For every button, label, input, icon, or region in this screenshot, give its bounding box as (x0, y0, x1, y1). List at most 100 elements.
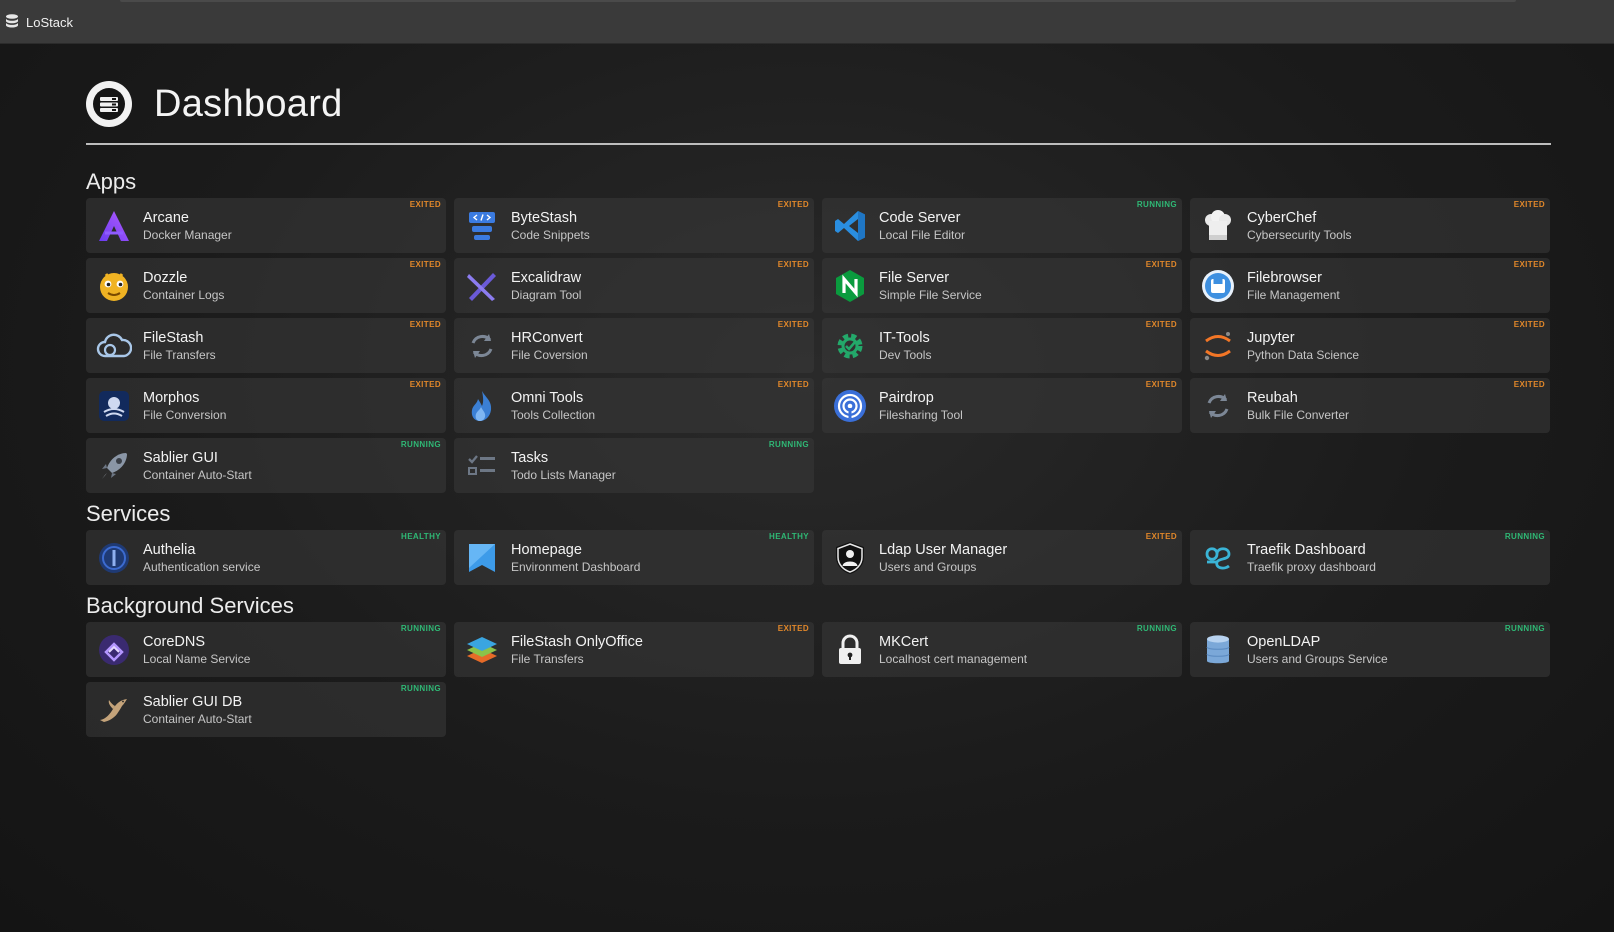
database-icon (4, 13, 20, 32)
brand[interactable]: LoStack (4, 12, 73, 32)
app-card-filebrowser[interactable]: Filebrowser File Management EXITED (1190, 258, 1550, 313)
status-badge: RUNNING (400, 440, 441, 449)
app-card-excalidraw[interactable]: Excalidraw Diagram Tool EXITED (454, 258, 814, 313)
nginx-icon (832, 268, 868, 304)
app-card-it-tools[interactable]: IT-Tools Dev Tools EXITED (822, 318, 1182, 373)
status-badge: EXITED (1145, 320, 1177, 329)
card-text: Jupyter Python Data Science (1247, 330, 1359, 362)
app-card-jupyter[interactable]: Jupyter Python Data Science EXITED (1190, 318, 1550, 373)
status-badge: EXITED (1145, 532, 1177, 541)
status-badge: EXITED (1145, 380, 1177, 389)
card-text: Reubah Bulk File Converter (1247, 390, 1349, 422)
jupyter-icon (1200, 328, 1236, 364)
app-description: Docker Manager (143, 227, 232, 242)
app-card-bytestash[interactable]: ByteStash Code Snippets EXITED (454, 198, 814, 253)
app-card-sablier-gui-db[interactable]: Sablier GUI DB Container Auto-Start RUNNIN… (86, 682, 446, 737)
app-card-openldap[interactable]: OpenLDAP Users and Groups Service RUNNING (1190, 622, 1550, 677)
lock-icon (832, 632, 868, 668)
app-card-homepage[interactable]: Homepage Environment Dashboard HEALTHY (454, 530, 814, 585)
card-text: Sablier GUI DB Container Auto-Start (143, 694, 252, 726)
dozzle-icon (96, 268, 132, 304)
app-card-filestash[interactable]: FileStash File Transfers EXITED (86, 318, 446, 373)
app-card-mkcert[interactable]: MKCert Localhost cert management RUNNING (822, 622, 1182, 677)
bytestash-icon (464, 208, 500, 244)
status-badge: EXITED (777, 200, 809, 209)
app-card-reubah[interactable]: Reubah Bulk File Converter EXITED (1190, 378, 1550, 433)
card-text: Omni Tools Tools Collection (511, 390, 595, 422)
pairdrop-icon (832, 388, 868, 424)
traefik-icon (1200, 540, 1236, 576)
layers-icon (464, 632, 500, 668)
app-name: Filebrowser (1247, 269, 1322, 286)
app-card-cyberchef[interactable]: CyberChef Cybersecurity Tools EXITED (1190, 198, 1550, 253)
status-badge: EXITED (1513, 260, 1545, 269)
app-name: OpenLDAP (1247, 633, 1321, 650)
app-card-authelia[interactable]: Authelia Authentication service HEALTHY (86, 530, 446, 585)
app-name: Code Server (879, 209, 961, 226)
app-description: Environment Dashboard (511, 559, 641, 574)
status-badge: EXITED (409, 380, 441, 389)
status-badge: EXITED (409, 260, 441, 269)
vscode-icon (832, 208, 868, 244)
app-card-tasks[interactable]: Tasks Todo Lists Manager RUNNING (454, 438, 814, 493)
app-card-omni-tools[interactable]: Omni Tools Tools Collection EXITED (454, 378, 814, 433)
status-badge: RUNNING (768, 440, 809, 449)
status-badge: EXITED (777, 260, 809, 269)
app-description: Filesharing Tool (879, 407, 963, 422)
app-card-file-server[interactable]: File Server Simple File Service EXITED (822, 258, 1182, 313)
status-badge: RUNNING (1504, 624, 1545, 633)
morphos-icon (96, 388, 132, 424)
app-card-code-server[interactable]: Code Server Local File Editor RUNNING (822, 198, 1182, 253)
app-description: Simple File Service (879, 287, 982, 302)
tasks-icon (464, 448, 500, 484)
app-description: Container Auto-Start (143, 467, 252, 482)
coredns-icon (96, 632, 132, 668)
app-description: Cybersecurity Tools (1247, 227, 1352, 242)
flame-icon (464, 388, 500, 424)
section-title-services: Services (86, 501, 171, 526)
background-services-grid: CoreDNS Local Name Service RUNNING FileStas… (86, 622, 1551, 737)
apps-grid: Arcane Docker Manager EXITED ByteStash Code … (86, 198, 1551, 493)
card-text: Code Server Local File Editor (879, 210, 965, 242)
app-card-coredns[interactable]: CoreDNS Local Name Service RUNNING (86, 622, 446, 677)
status-badge: EXITED (409, 320, 441, 329)
card-text: FileStash File Transfers (143, 330, 216, 362)
card-text: Sablier GUI Container Auto-Start (143, 450, 252, 482)
authelia-icon (96, 540, 132, 576)
app-name: Tasks (511, 449, 549, 466)
app-name: Homepage (511, 541, 582, 558)
app-name: IT-Tools (879, 329, 930, 346)
app-card-dozzle[interactable]: Dozzle Container Logs EXITED (86, 258, 446, 313)
app-card-hrconvert[interactable]: HRConvert File Coversion EXITED (454, 318, 814, 373)
services-grid: Authelia Authentication service HEALTHY Hom… (86, 530, 1551, 585)
app-name: Omni Tools (511, 389, 584, 406)
excalidraw-icon (464, 268, 500, 304)
app-name: HRConvert (511, 329, 583, 346)
app-card-arcane[interactable]: Arcane Docker Manager EXITED (86, 198, 446, 253)
app-description: Container Auto-Start (143, 711, 252, 726)
card-text: Pairdrop Filesharing Tool (879, 390, 963, 422)
app-card-filestash-onlyoffice[interactable]: FileStash OnlyOffice File Transfers EXITED (454, 622, 814, 677)
app-card-traefik-dashboard[interactable]: Traefik Dashboard Traefik proxy dashboard… (1190, 530, 1550, 585)
app-card-ldap-user-manager[interactable]: Ldap User Manager Users and Groups EXITED (822, 530, 1182, 585)
arcane-icon (96, 208, 132, 244)
card-text: Ldap User Manager Users and Groups (879, 542, 1007, 574)
app-card-sablier-gui[interactable]: Sablier GUI Container Auto-Start RUNNING (86, 438, 446, 493)
mariadb-icon (96, 692, 132, 728)
card-text: Filebrowser File Management (1247, 270, 1340, 302)
app-description: Todo Lists Manager (511, 467, 616, 482)
app-name: Traefik Dashboard (1247, 541, 1366, 558)
app-card-pairdrop[interactable]: Pairdrop Filesharing Tool EXITED (822, 378, 1182, 433)
card-text: CyberChef Cybersecurity Tools (1247, 210, 1351, 242)
app-description: File Coversion (511, 347, 588, 362)
card-text: Arcane Docker Manager (143, 210, 232, 242)
app-description: File Management (1247, 287, 1340, 302)
card-text: Excalidraw Diagram Tool (511, 270, 581, 302)
status-badge: EXITED (1145, 260, 1177, 269)
gear-icon (832, 328, 868, 364)
app-description: Code Snippets (511, 227, 590, 242)
filebrowser-icon (1200, 268, 1236, 304)
card-text: File Server Simple File Service (879, 270, 982, 302)
status-badge: EXITED (409, 200, 441, 209)
app-card-morphos[interactable]: Morphos File Conversion EXITED (86, 378, 446, 433)
